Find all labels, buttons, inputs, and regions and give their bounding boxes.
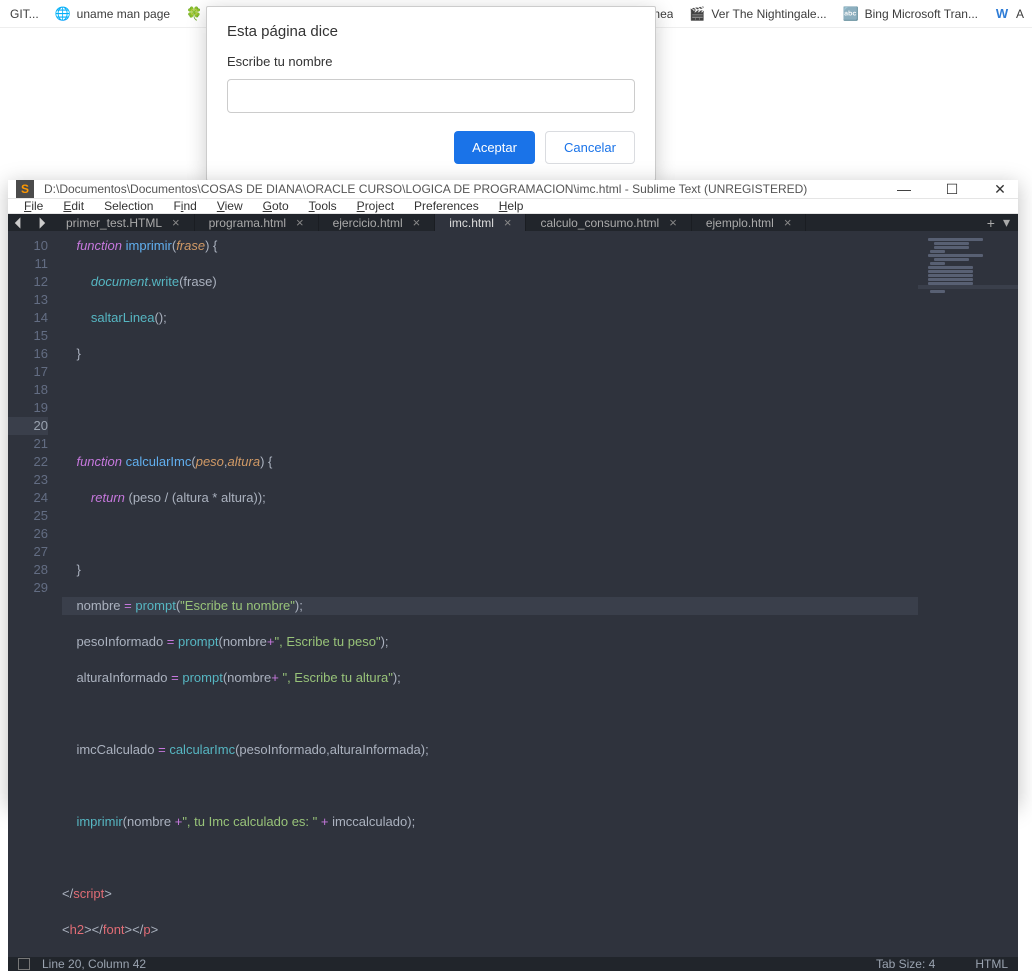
new-tab-button[interactable]: +: [987, 215, 995, 231]
line-number: 13: [8, 291, 48, 309]
line-number: 12: [8, 273, 48, 291]
line-number: 19: [8, 399, 48, 417]
menu-view[interactable]: View: [207, 199, 253, 213]
cancel-button[interactable]: Cancelar: [545, 131, 635, 164]
tab-nav-left[interactable]: [8, 214, 30, 231]
line-number: 26: [8, 525, 48, 543]
bookmark-label: Ver The Nightingale...: [711, 7, 826, 21]
close-icon[interactable]: ×: [504, 215, 512, 230]
minimap[interactable]: [918, 231, 1018, 957]
tab-ejercicio[interactable]: ejercicio.html ×: [319, 214, 436, 231]
bookmark-label: uname man page: [77, 7, 170, 21]
sublime-icon: S: [16, 180, 34, 198]
tab-bar: primer_test.HTML × programa.html × ejercic…: [8, 214, 1018, 231]
line-number: 10: [8, 237, 48, 255]
menu-bar: File Edit Selection Find View Goto Tools…: [8, 199, 1018, 214]
dialog-input[interactable]: [227, 79, 635, 113]
line-number: 21: [8, 435, 48, 453]
movie-icon: 🎬: [689, 6, 705, 22]
tab-programa[interactable]: programa.html ×: [195, 214, 319, 231]
cursor-position[interactable]: Line 20, Column 42: [42, 957, 146, 971]
tab-nav-right[interactable]: [30, 214, 52, 231]
close-icon[interactable]: ×: [296, 215, 304, 230]
tab-ejemplo[interactable]: ejemplo.html ×: [692, 214, 807, 231]
line-number: 18: [8, 381, 48, 399]
sublime-window: S D:\Documentos\Documentos\COSAS DE DIAN…: [8, 180, 1018, 805]
tab-calculo[interactable]: calculo_consumo.html ×: [526, 214, 691, 231]
translate-icon: 🔤: [843, 6, 859, 22]
close-button[interactable]: ✕: [990, 181, 1010, 198]
tab-label: programa.html: [209, 216, 286, 230]
window-title: D:\Documentos\Documentos\COSAS DE DIANA\…: [44, 182, 807, 196]
close-icon[interactable]: ×: [784, 215, 792, 230]
line-number: 15: [8, 327, 48, 345]
line-number: 24: [8, 489, 48, 507]
gutter: 10 11 12 13 14 15 16 17 18 19 20 21 22 2…: [8, 231, 56, 957]
line-number: 17: [8, 363, 48, 381]
line-number: 11: [8, 255, 48, 273]
status-bar: Line 20, Column 42 Tab Size: 4 HTML: [8, 957, 1018, 971]
js-prompt-dialog: Esta página dice Escribe tu nombre Acept…: [206, 6, 656, 181]
dialog-title: Esta página dice: [227, 23, 635, 40]
menu-preferences[interactable]: Preferences: [404, 199, 489, 213]
tab-label: imc.html: [449, 216, 494, 230]
tab-label: ejemplo.html: [706, 216, 774, 230]
line-number: 27: [8, 543, 48, 561]
close-icon[interactable]: ×: [669, 215, 677, 230]
minimize-button[interactable]: —: [894, 181, 914, 198]
close-icon[interactable]: ×: [413, 215, 421, 230]
bookmark-nightingale[interactable]: 🎬 Ver The Nightingale...: [681, 0, 834, 27]
line-number: 25: [8, 507, 48, 525]
menu-edit[interactable]: Edit: [53, 199, 94, 213]
bookmark-a[interactable]: WA: [986, 0, 1032, 27]
tab-label: calculo_consumo.html: [540, 216, 659, 230]
accept-button[interactable]: Aceptar: [454, 131, 535, 164]
bookmark-digit[interactable]: GIT...: [2, 0, 47, 27]
w-icon: W: [994, 6, 1010, 22]
menu-project[interactable]: Project: [347, 199, 404, 213]
line-number: 16: [8, 345, 48, 363]
menu-selection[interactable]: Selection: [94, 199, 163, 213]
menu-file[interactable]: File: [14, 199, 53, 213]
code-area[interactable]: function imprimir(frase) { document.writ…: [56, 231, 918, 957]
bookmark-label: GIT...: [10, 7, 39, 21]
line-number: 22: [8, 453, 48, 471]
line-number: 23: [8, 471, 48, 489]
line-number: 20: [8, 417, 48, 435]
tab-label: ejercicio.html: [333, 216, 403, 230]
menu-find[interactable]: Find: [163, 199, 206, 213]
tab-menu-button[interactable]: ▾: [1003, 214, 1010, 231]
bookmark-label: Bing Microsoft Tran...: [865, 7, 978, 21]
menu-help[interactable]: Help: [489, 199, 534, 213]
status-indicator-icon[interactable]: [18, 958, 30, 970]
title-bar[interactable]: S D:\Documentos\Documentos\COSAS DE DIAN…: [8, 180, 1018, 199]
syntax-mode[interactable]: HTML: [975, 957, 1008, 971]
bookmark-bing[interactable]: 🔤 Bing Microsoft Tran...: [835, 0, 986, 27]
tab-label: primer_test.HTML: [66, 216, 162, 230]
tab-primer-test[interactable]: primer_test.HTML ×: [52, 214, 195, 231]
dialog-message: Escribe tu nombre: [227, 54, 635, 69]
line-number: 14: [8, 309, 48, 327]
bookmark-uname[interactable]: 🌐 uname man page: [47, 0, 178, 27]
line-number: 28: [8, 561, 48, 579]
tab-imc[interactable]: imc.html ×: [435, 214, 526, 231]
line-number: 29: [8, 579, 48, 597]
menu-tools[interactable]: Tools: [299, 199, 347, 213]
tab-size[interactable]: Tab Size: 4: [876, 957, 935, 971]
maximize-button[interactable]: ☐: [942, 181, 962, 198]
bookmark-label: A: [1016, 7, 1024, 21]
globe-icon: 🌐: [55, 6, 71, 22]
menu-goto[interactable]: Goto: [253, 199, 299, 213]
editor[interactable]: 10 11 12 13 14 15 16 17 18 19 20 21 22 2…: [8, 231, 1018, 957]
clover-icon: 🍀: [186, 6, 202, 22]
close-icon[interactable]: ×: [172, 215, 180, 230]
